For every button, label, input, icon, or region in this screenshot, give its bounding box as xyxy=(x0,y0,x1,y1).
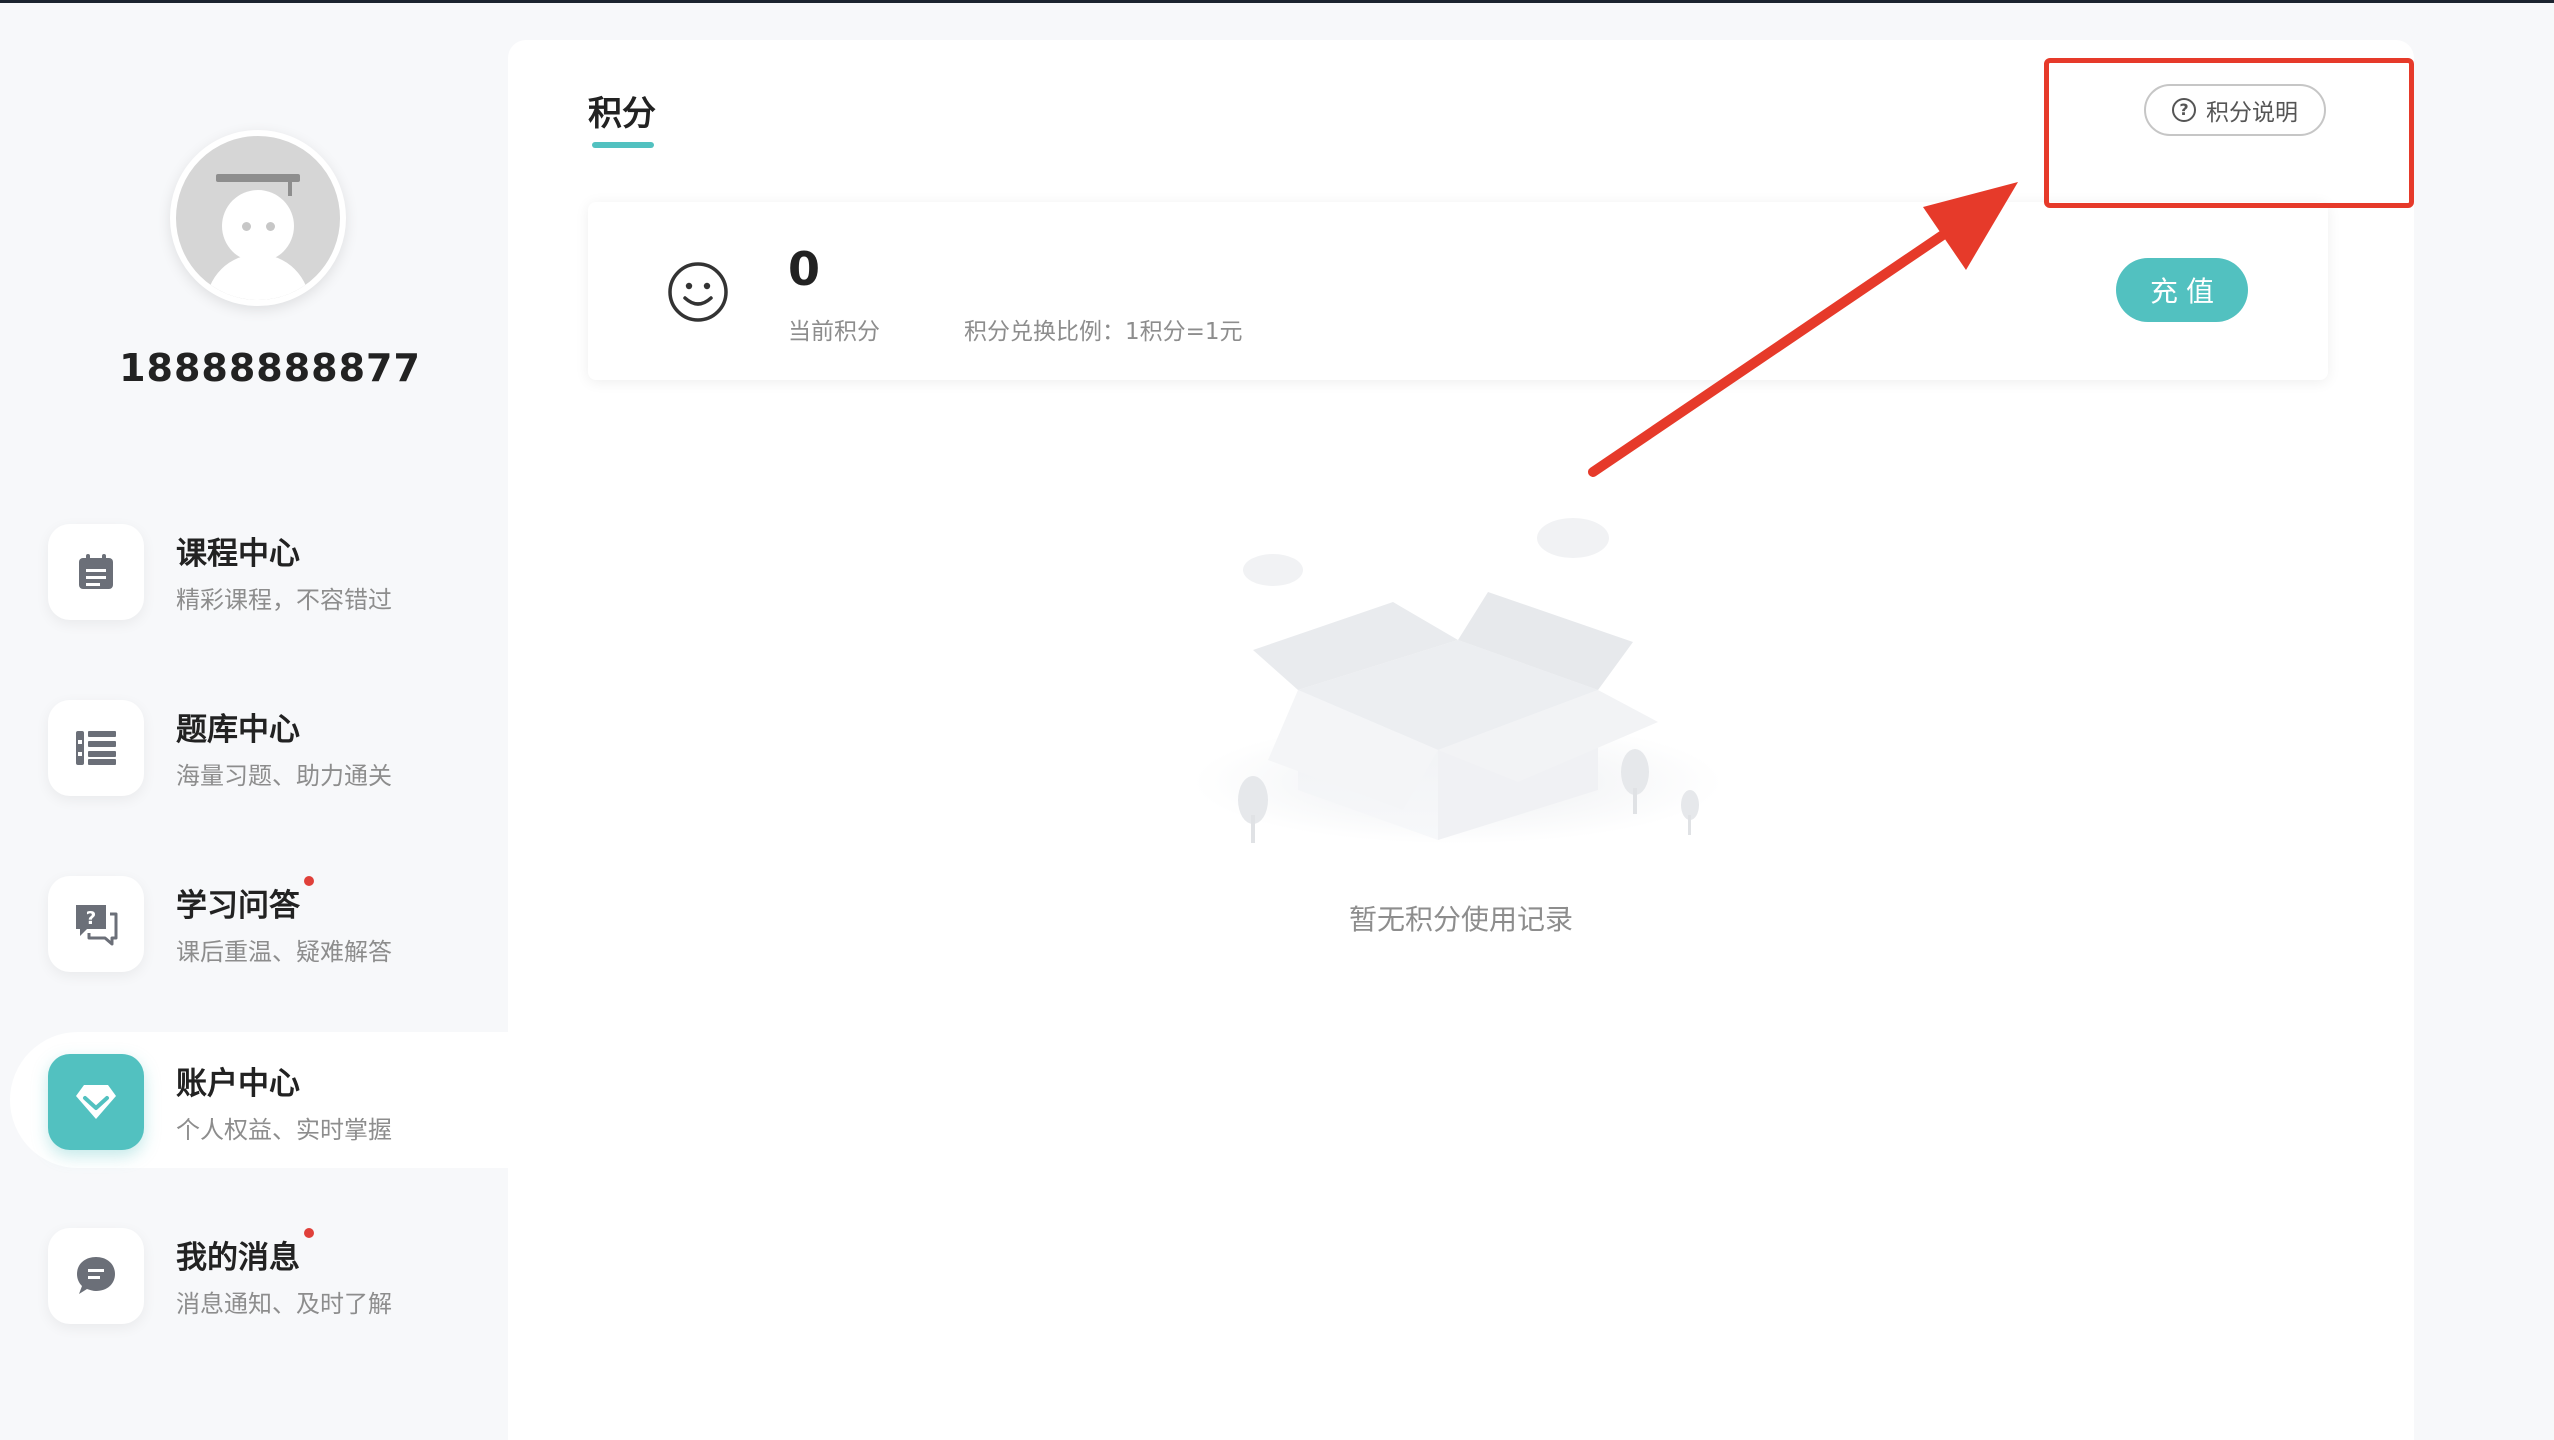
nav-title: 我的消息 xyxy=(176,1228,314,1277)
avatar-eye xyxy=(266,222,275,231)
sidebar-item-qa[interactable]: ? 学习问答 课后重温、疑难解答 xyxy=(0,854,508,990)
tab-points[interactable]: 积分 xyxy=(588,86,656,135)
avatar-tassel xyxy=(288,182,292,196)
nav-title: 学习问答 xyxy=(176,876,314,925)
avatar[interactable] xyxy=(170,130,346,306)
current-points-label: 当前积分 xyxy=(788,319,880,345)
nav-title-text: 学习问答 xyxy=(176,888,300,924)
nav-subtitle: 课后重温、疑难解答 xyxy=(176,938,392,966)
sidebar: 18888888877 课程中心 精彩课程，不容错过 题库中心 海量习题、助力通… xyxy=(0,0,508,1410)
nav-title: 课程中心 xyxy=(176,536,300,572)
username: 18888888877 xyxy=(119,346,421,390)
points-panel: 积分 ? 积分说明 0 当前积分 积分兑换比例：1积分=1元 充值 暂无积分使用… xyxy=(508,40,2414,1440)
annotation-arrow xyxy=(1588,182,2018,477)
empty-box-illustration xyxy=(1193,518,1723,844)
empty-state-text: 暂无积分使用记录 xyxy=(1348,903,1573,936)
question-chat-icon: ? xyxy=(48,876,144,972)
exchange-ratio-text: 积分兑换比例：1积分=1元 xyxy=(964,319,1243,345)
calendar-icon xyxy=(48,524,144,620)
avatar-cap xyxy=(216,174,300,182)
nav-subtitle: 消息通知、及时了解 xyxy=(176,1290,392,1318)
unread-badge xyxy=(304,1228,314,1238)
sidebar-item-my-messages[interactable]: 我的消息 消息通知、及时了解 xyxy=(0,1206,508,1342)
avatar-eye xyxy=(242,222,251,231)
nav-subtitle: 精彩课程，不容错过 xyxy=(176,586,392,614)
nav-subtitle: 海量习题、助力通关 xyxy=(176,762,392,790)
tab-active-indicator xyxy=(592,142,654,148)
sidebar-item-question-bank[interactable]: 题库中心 海量习题、助力通关 xyxy=(0,678,508,814)
points-summary-card: 0 当前积分 积分兑换比例：1积分=1元 充值 xyxy=(588,202,2328,380)
nav-subtitle: 个人权益、实时掌握 xyxy=(176,1116,392,1144)
nav-title-text: 我的消息 xyxy=(176,1240,300,1276)
current-points-value: 0 xyxy=(788,242,821,296)
nav-title: 题库中心 xyxy=(176,712,300,748)
list-icon xyxy=(48,700,144,796)
sidebar-item-course-center[interactable]: 课程中心 精彩课程，不容错过 xyxy=(0,502,508,638)
avatar-head xyxy=(222,190,294,262)
unread-badge xyxy=(304,876,314,886)
message-icon xyxy=(48,1228,144,1324)
smile-icon xyxy=(668,262,728,322)
annotation-highlight-box xyxy=(2044,58,2414,208)
nav-title: 账户中心 xyxy=(176,1066,300,1102)
svg-text:?: ? xyxy=(86,908,96,929)
sidebar-item-account-center[interactable]: 账户中心 个人权益、实时掌握 xyxy=(10,1032,508,1168)
recharge-button[interactable]: 充值 xyxy=(2116,258,2248,322)
diamond-icon xyxy=(48,1054,144,1150)
